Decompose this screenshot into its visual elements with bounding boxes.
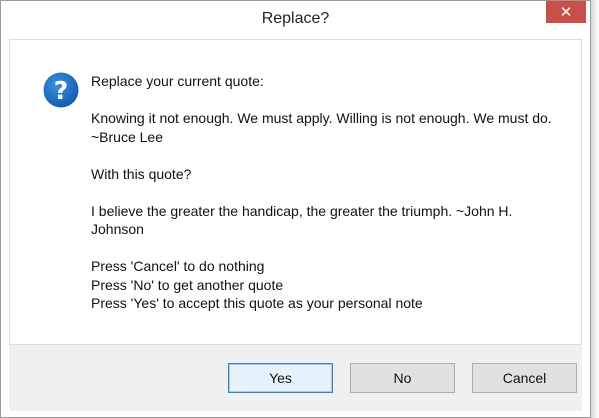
message-line-cancel-hint: Press 'Cancel' to do nothing <box>91 258 265 274</box>
message-line-no-hint: Press 'No' to get another quote <box>91 276 284 293</box>
close-button[interactable]: ✕ <box>546 1 586 23</box>
message-line-current-quote: Knowing it not enough. We must apply. Wi… <box>91 110 552 145</box>
dialog-title: Replace? <box>261 10 330 27</box>
message-line-question: With this quote? <box>91 165 192 182</box>
dialog-frame: Replace? ✕ ? Replace your current quote:… <box>0 0 591 418</box>
title-bar[interactable]: Replace? ✕ <box>1 1 590 39</box>
message-line-intro: Replace your current quote: <box>91 73 264 89</box>
cancel-button[interactable]: Cancel <box>472 363 577 393</box>
button-bar: Yes No Cancel <box>9 345 582 411</box>
message-line-new-quote: I believe the greater the handicap, the … <box>91 202 513 238</box>
message-text: Replace your current quote: Knowing it n… <box>91 72 561 313</box>
svg-text:?: ? <box>54 76 69 105</box>
message-area: ? Replace your current quote: Knowing it… <box>9 39 582 345</box>
close-icon: ✕ <box>559 3 573 21</box>
question-icon: ? <box>43 72 79 108</box>
no-button[interactable]: No <box>350 363 455 393</box>
yes-button[interactable]: Yes <box>228 363 333 393</box>
message-line-yes-hint: Press 'Yes' to accept this quote as your… <box>91 295 423 311</box>
replace-dialog-window: Replace? ✕ ? Replace your current quote:… <box>0 0 599 418</box>
window-edge-shadow <box>591 0 599 418</box>
